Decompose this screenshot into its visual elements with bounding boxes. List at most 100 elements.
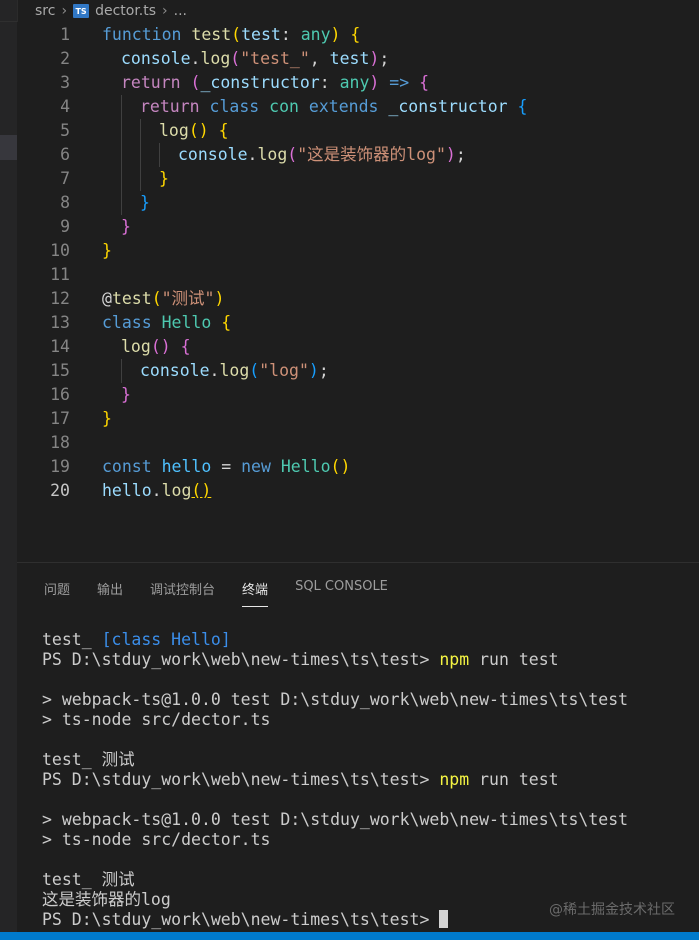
code-line[interactable]: 10} [17,239,699,263]
code-line[interactable]: 12 @test("测试") [17,287,699,311]
code-token: . [190,49,201,68]
terminal-text: > ts-node src/dector.ts [42,710,271,729]
line-number: 11 [50,265,70,284]
code-line[interactable]: 5 log() { [17,119,699,143]
line-number: 6 [60,145,70,164]
terminal-line: > webpack-ts@1.0.0 test D:\stduy_work\we… [42,690,692,710]
indent-guide [121,191,122,215]
code-token: Hello [161,313,212,332]
code-line[interactable]: 6 console.log("这是装饰器的log"); [17,143,699,167]
panel-tab[interactable]: 问题 [44,579,70,607]
code-line[interactable]: 14 log() { [17,335,699,359]
code-text: console.log("log"); [140,359,329,383]
panel-tab[interactable]: SQL CONSOLE [295,579,388,607]
terminal-text: npm [439,650,470,669]
code-token: } [140,193,150,212]
code-token: . [209,361,220,380]
code-token: log [159,121,189,140]
line-number: 17 [50,409,70,428]
code-text: log() { [121,335,191,359]
code-text: console.log("test_", test); [121,47,389,71]
typescript-file-icon: TS [73,4,90,18]
code-token: ) [445,145,456,164]
activity-divider [0,21,17,22]
line-number: 8 [60,193,70,212]
code-token: @ [102,289,112,308]
panel-tab[interactable]: 输出 [97,579,123,607]
code-line[interactable]: 18 [17,431,699,455]
code-line[interactable]: 16} [17,383,699,407]
code-line[interactable]: 2 console.log("test_", test); [17,47,699,71]
panel-tab[interactable]: 终端 [242,579,269,607]
terminal-line: > ts-node src/dector.ts [42,710,692,730]
code-text: } [140,191,150,215]
terminal-text: PS D:\stduy_work\web\new-times\ts\test> [42,770,440,789]
code-token: ( [249,361,260,380]
breadcrumb-more[interactable]: ... [174,3,187,19]
breadcrumb-folder[interactable]: src [35,3,55,19]
code-token: extends [308,97,379,116]
code-token: new [241,457,271,476]
indent-guide [140,143,141,167]
code-line[interactable]: 3 return (_constructor: any) => { [17,71,699,95]
indent-guide [121,119,122,143]
status-bar [0,932,699,940]
terminal-line: PS D:\stduy_work\web\new-times\ts\test> … [42,770,692,790]
code-token: ( [151,289,162,308]
code-token: () [150,337,171,356]
code-token: ) [214,289,225,308]
code-token: } [121,217,131,236]
line-number: 15 [50,361,70,380]
code-token: ( [190,73,201,92]
terminal-text: PS D:\stduy_work\web\new-times\ts\test> [42,910,440,929]
code-token: Hello [280,457,331,476]
indent-guide [159,143,160,167]
code-token: const [102,457,152,476]
code-token: { [221,313,232,332]
terminal-text: run test [469,770,559,789]
code-token: } [121,385,131,404]
code-line[interactable]: 19 const hello = new Hello() [17,455,699,479]
code-text: const hello = new Hello() [102,455,350,479]
code-text: console.log("这是装饰器的log"); [178,143,466,167]
panel-tab[interactable]: 调试控制台 [150,579,215,607]
line-number: 18 [50,433,70,452]
code-token: hello [102,481,152,500]
line-number: 1 [60,25,70,44]
chevron-right-icon: › [61,3,68,19]
code-token: "log" [259,361,309,380]
terminal-line: test_ [class Hello] [42,630,692,650]
code-token: any [300,25,331,44]
code-token: log [121,337,151,356]
code-text: hello.log() [102,479,211,503]
code-line[interactable]: 7} [17,167,699,191]
code-line[interactable]: 13 class Hello { [17,311,699,335]
line-number: 9 [60,217,70,236]
code-line[interactable]: 1 function test(test: any) { [17,23,699,47]
code-line[interactable]: 15 console.log("log"); [17,359,699,383]
line-number: 13 [50,313,70,332]
code-line[interactable]: 11 [17,263,699,287]
code-line[interactable]: 9} [17,215,699,239]
code-line[interactable]: 8} [17,191,699,215]
breadcrumb-file[interactable]: dector.ts [95,3,156,19]
watermark: @稀土掘金技术社区 [549,902,675,918]
terminal-text: test_ [42,630,102,649]
code-text: } [121,215,131,239]
code-line[interactable]: 17} [17,407,699,431]
terminal-text: [class Hello] [101,630,231,649]
code-editor[interactable]: 1 function test(test: any) {2 console.log(… [17,22,699,562]
code-token: _constructor [388,97,508,116]
code-line[interactable]: 20 hello.log() [17,479,699,503]
code-line[interactable]: 4 return class con extends _constructor { [17,95,699,119]
